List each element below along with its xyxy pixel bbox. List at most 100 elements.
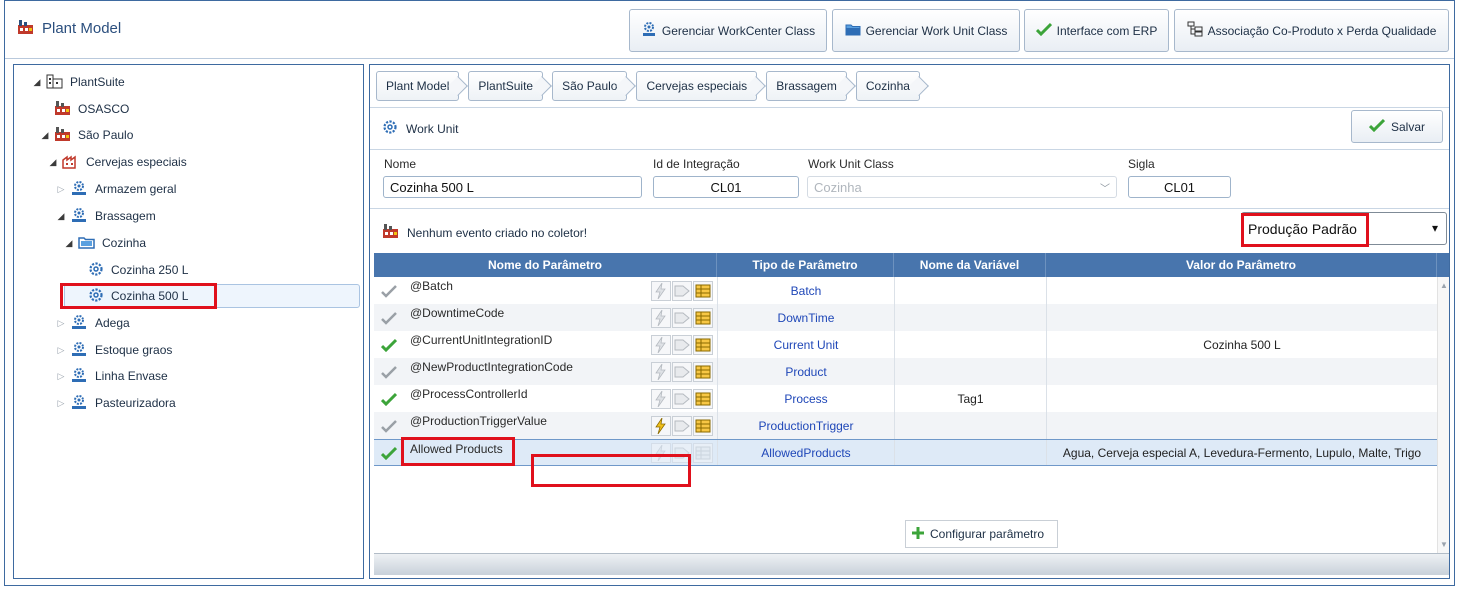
param-value-cell[interactable]	[1046, 358, 1437, 385]
collapse-toggle-icon[interactable]: ▷	[56, 318, 66, 329]
table-icon[interactable]	[693, 388, 713, 409]
collapse-toggle-icon[interactable]: ▷	[56, 398, 66, 409]
erp-interface-button[interactable]: Interface com ERP	[1024, 9, 1169, 52]
id-integracao-input[interactable]: CL01	[653, 176, 799, 198]
table-row[interactable]: @NewProductIntegrationCode Product	[374, 358, 1437, 385]
col-header-tipo[interactable]: Tipo de Parâmetro	[717, 253, 894, 277]
collapse-toggle-icon[interactable]: ▷	[56, 184, 66, 195]
trigger-bolt-icon[interactable]	[651, 388, 671, 409]
sigla-input[interactable]: CL01	[1128, 176, 1231, 198]
table-icon[interactable]	[693, 280, 713, 301]
param-value-cell[interactable]	[1046, 385, 1437, 412]
col-header-nome[interactable]: Nome do Parâmetro	[374, 253, 717, 277]
param-value-cell[interactable]	[1046, 304, 1437, 331]
tag-icon[interactable]	[672, 415, 692, 436]
trigger-bolt-icon[interactable]	[651, 415, 671, 436]
tree-item-adega[interactable]: ▷ Adega	[56, 311, 130, 335]
variable-name-cell[interactable]	[894, 277, 1046, 304]
unchecked-icon[interactable]	[374, 304, 404, 331]
trigger-bolt-icon[interactable]	[651, 307, 671, 328]
trigger-bolt-icon[interactable]	[651, 361, 671, 382]
vertical-scrollbar[interactable]: ▲ ▼	[1437, 277, 1449, 553]
expand-toggle-icon[interactable]: ◢	[32, 77, 42, 88]
tree-item-sao-paulo[interactable]: ◢ São Paulo	[40, 123, 133, 147]
nome-input[interactable]: Cozinha 500 L	[383, 176, 642, 198]
tree-item-pasteurizadora[interactable]: ▷ Pasteurizadora	[56, 391, 176, 415]
variable-name-cell[interactable]	[894, 304, 1046, 331]
param-value-cell[interactable]: Cozinha 500 L	[1046, 331, 1437, 358]
scroll-down-icon[interactable]: ▼	[1440, 540, 1448, 549]
tree-item-armazem-geral[interactable]: ▷ Armazem geral	[56, 177, 176, 201]
tag-icon[interactable]	[672, 280, 692, 301]
expand-toggle-icon[interactable]: ◢	[48, 157, 58, 168]
configure-parameter-menu-item[interactable]: Configurar parâmetro	[905, 520, 1058, 548]
variable-name-cell[interactable]	[894, 440, 1046, 465]
unchecked-icon[interactable]	[374, 277, 404, 304]
variable-name-cell[interactable]	[894, 412, 1046, 439]
checked-icon[interactable]	[374, 440, 404, 465]
table-icon[interactable]	[693, 361, 713, 382]
collapse-toggle-icon[interactable]: ▷	[56, 345, 66, 356]
breadcrumb-item[interactable]: PlantSuite	[468, 71, 544, 101]
table-row[interactable]: @ProcessControllerId Process Tag1	[374, 385, 1437, 412]
col-header-variavel[interactable]: Nome da Variável	[894, 253, 1046, 277]
tag-icon[interactable]	[672, 388, 692, 409]
unchecked-icon[interactable]	[374, 358, 404, 385]
checked-icon[interactable]	[374, 331, 404, 358]
workcenter-icon	[70, 394, 88, 413]
tree-item-cozinha[interactable]: ◢ Cozinha	[64, 231, 147, 255]
tree-item-plantsuite[interactable]: ◢ PlantSuite	[32, 70, 125, 94]
tree-item-brassagem[interactable]: ◢ Brassagem	[56, 204, 156, 228]
plant-icon	[54, 100, 71, 119]
table-icon[interactable]	[693, 415, 713, 436]
expand-toggle-icon[interactable]: ◢	[64, 238, 74, 249]
tag-icon[interactable]	[672, 334, 692, 355]
tag-icon[interactable]	[672, 307, 692, 328]
table-icon[interactable]	[693, 442, 713, 463]
manage-workcenter-class-button[interactable]: Gerenciar WorkCenter Class	[629, 9, 827, 52]
variable-name-cell[interactable]	[894, 331, 1046, 358]
save-button[interactable]: Salvar	[1351, 110, 1443, 143]
table-row[interactable]: Allowed Products AllowedProducts Agua, Cer…	[374, 439, 1437, 466]
table-row[interactable]: @DowntimeCode DownTime	[374, 304, 1437, 331]
tag-icon[interactable]	[672, 442, 692, 463]
table-row[interactable]: @CurrentUnitIntegrationID Current Unit Coz…	[374, 331, 1437, 358]
trigger-bolt-icon[interactable]	[651, 442, 671, 463]
tree-item-cervejas-especiais[interactable]: ◢ Cervejas especiais	[48, 150, 187, 174]
param-value-cell[interactable]	[1046, 277, 1437, 304]
tree-item-label: Cozinha 250 L	[111, 263, 189, 277]
workcenter-icon	[70, 207, 88, 226]
unchecked-icon[interactable]	[374, 412, 404, 439]
event-type-select[interactable]: Produção Padrão ▾	[1241, 212, 1447, 245]
col-header-valor[interactable]: Valor do Parâmetro	[1046, 253, 1437, 277]
tag-icon[interactable]	[672, 361, 692, 382]
table-icon[interactable]	[693, 334, 713, 355]
scroll-up-icon[interactable]: ▲	[1440, 281, 1448, 290]
expand-toggle-icon[interactable]: ◢	[56, 211, 66, 222]
sigla-label: Sigla	[1128, 157, 1155, 171]
checked-icon[interactable]	[374, 385, 404, 412]
param-value-cell[interactable]	[1046, 412, 1437, 439]
breadcrumb-item[interactable]: Plant Model	[376, 71, 460, 101]
table-icon[interactable]	[693, 307, 713, 328]
expand-toggle-icon[interactable]: ◢	[40, 130, 50, 141]
trigger-bolt-icon[interactable]	[651, 334, 671, 355]
trigger-bolt-icon[interactable]	[651, 280, 671, 301]
tree-item-osasco[interactable]: OSASCO	[40, 97, 129, 121]
tree-item-estoque-graos[interactable]: ▷ Estoque graos	[56, 338, 172, 362]
variable-name-cell[interactable]: Tag1	[894, 385, 1046, 412]
param-value-cell[interactable]: Agua, Cerveja especial A, Levedura-Ferme…	[1046, 440, 1437, 465]
breadcrumb-item[interactable]: Cozinha	[855, 71, 920, 101]
table-row[interactable]: @Batch Batch	[374, 277, 1437, 304]
table-row[interactable]: @ProductionTriggerValue ProductionTrigger	[374, 412, 1437, 439]
breadcrumb-item[interactable]: São Paulo	[552, 71, 628, 101]
coproduct-quality-loss-button[interactable]: Associação Co-Produto x Perda Qualidade	[1174, 9, 1449, 52]
tree-item-cozinha-500[interactable]: Cozinha 500 L	[74, 284, 188, 308]
breadcrumb-item[interactable]: Cervejas especiais	[636, 71, 758, 101]
manage-work-unit-class-button[interactable]: Gerenciar Work Unit Class	[832, 9, 1020, 52]
breadcrumb-item[interactable]: Brassagem	[766, 71, 847, 101]
tree-item-cozinha-250[interactable]: Cozinha 250 L	[74, 258, 188, 282]
variable-name-cell[interactable]	[894, 358, 1046, 385]
collapse-toggle-icon[interactable]: ▷	[56, 371, 66, 382]
tree-item-linha-envase[interactable]: ▷ Linha Envase	[56, 364, 168, 388]
